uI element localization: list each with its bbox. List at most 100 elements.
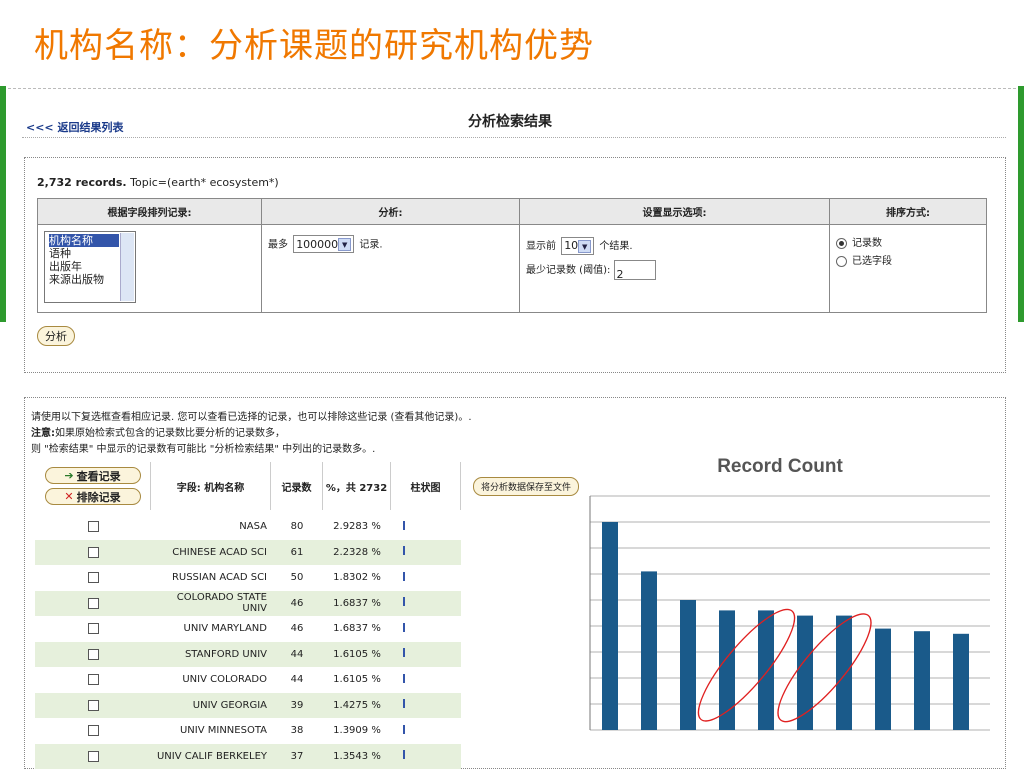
- row-checkbox[interactable]: [88, 623, 99, 634]
- show-prefix: 显示前: [526, 241, 556, 252]
- chart-bar: [680, 600, 696, 730]
- chart-bar: [875, 629, 891, 730]
- record-percent: 1.6837 %: [323, 623, 391, 634]
- record-percent: 2.2328 %: [323, 547, 391, 558]
- max-prefix: 最多: [268, 240, 288, 251]
- field-option[interactable]: 来源出版物: [49, 273, 131, 286]
- table-row: COLORADO STATE UNIV461.6837 %: [35, 591, 461, 617]
- row-checkbox[interactable]: [88, 547, 99, 558]
- min-records-input[interactable]: 2: [614, 260, 656, 280]
- institution-name: UNIV GEORGIA: [151, 700, 271, 711]
- chart-bar: [641, 571, 657, 730]
- field-option[interactable]: 语种: [49, 247, 131, 260]
- record-percent: 1.4275 %: [323, 700, 391, 711]
- record-count: 46: [271, 598, 323, 609]
- chevron-down-icon: ▼: [578, 240, 591, 253]
- field-listbox[interactable]: 机构名称 语种 出版年 来源出版物: [44, 231, 136, 303]
- rank-field-header: 根据字段排列记录:: [38, 199, 262, 225]
- row-checkbox[interactable]: [88, 700, 99, 711]
- min-records-label: 最少记录数 (阈值):: [526, 265, 610, 276]
- mini-bar: [403, 597, 405, 606]
- left-accent-bar: [0, 86, 6, 322]
- table-row: UNIV CALIF BERKELEY371.3543 %: [35, 744, 461, 769]
- max-records-value: 100000: [296, 238, 338, 251]
- analyze-button[interactable]: 分析: [37, 326, 75, 346]
- back-to-results-link[interactable]: <<< 返回结果列表: [26, 119, 123, 135]
- view-records-button[interactable]: ➔查看记录: [45, 467, 141, 484]
- close-icon: ✕: [64, 490, 73, 503]
- record-percent: 2.9283 %: [323, 521, 391, 532]
- row-checkbox[interactable]: [88, 751, 99, 762]
- institution-name: COLORADO STATE UNIV: [151, 592, 271, 614]
- listbox-scrollbar[interactable]: [120, 233, 134, 301]
- chart-bar: [602, 522, 618, 730]
- row-checkbox[interactable]: [88, 598, 99, 609]
- record-count: 39: [271, 700, 323, 711]
- exclude-records-button[interactable]: ✕排除记录: [45, 488, 141, 505]
- chart-bar: [758, 610, 774, 730]
- analysis-options-panel: 2,732 records. Topic=(earth* ecosystem*)…: [24, 157, 1006, 373]
- record-count: 37: [271, 751, 323, 762]
- slide-title: 机构名称：分析课题的研究机构优势: [34, 18, 594, 67]
- record-percent: 1.6105 %: [323, 649, 391, 660]
- display-options-header: 设置显示选项:: [520, 199, 830, 225]
- mini-bar: [403, 521, 405, 530]
- divider: [22, 137, 1006, 138]
- count-column-header: 记录数: [271, 462, 323, 510]
- mini-bar: [403, 623, 405, 632]
- sort-header: 排序方式:: [830, 199, 987, 225]
- field-option-selected[interactable]: 机构名称: [49, 234, 119, 247]
- instructions: 请使用以下复选框查看相应记录. 您可以查看已选择的记录，也可以排除这些记录 (查…: [31, 410, 472, 458]
- sort-option-field[interactable]: 已选字段: [836, 253, 980, 271]
- record-percent: 1.6105 %: [323, 674, 391, 685]
- show-top-select[interactable]: 10 ▼: [561, 237, 594, 255]
- row-checkbox[interactable]: [88, 674, 99, 685]
- table-row: UNIV COLORADO441.6105 %: [35, 667, 461, 693]
- row-checkbox[interactable]: [88, 649, 99, 660]
- mini-bar: [403, 546, 405, 555]
- records-count: 2,732 records.: [37, 176, 127, 189]
- topic-query: Topic=(earth* ecosystem*): [130, 176, 279, 189]
- record-percent: 1.3909 %: [323, 725, 391, 736]
- mini-bar: [403, 674, 405, 683]
- save-cell: 将分析数据保存至文件: [461, 462, 591, 510]
- record-actions: ➔查看记录 ✕排除记录: [35, 462, 151, 510]
- table-row: UNIV GEORGIA391.4275 %: [35, 693, 461, 719]
- instruction-line: 则 "检索结果" 中显示的记录数有可能比 "分析检索结果" 中列出的记录数多。.: [31, 442, 472, 458]
- sort-option-count[interactable]: 记录数: [836, 235, 980, 253]
- row-checkbox[interactable]: [88, 572, 99, 583]
- save-to-file-button[interactable]: 将分析数据保存至文件: [473, 477, 579, 496]
- max-records-select[interactable]: 100000 ▼: [293, 235, 354, 253]
- table-row: NASA802.9283 %: [35, 514, 461, 540]
- record-percent: 1.8302 %: [323, 572, 391, 583]
- mini-bar: [403, 725, 405, 734]
- table-row: STANFORD UNIV441.6105 %: [35, 642, 461, 668]
- institution-name: RUSSIAN ACAD SCI: [151, 572, 271, 583]
- results-header: ➔查看记录 ✕排除记录 字段: 机构名称 记录数 %，共 2732 柱状图 将分…: [35, 462, 591, 510]
- mini-bar: [403, 572, 405, 581]
- record-count: 46: [271, 623, 323, 634]
- field-option[interactable]: 出版年: [49, 260, 131, 273]
- results-list: NASA802.9283 %CHINESE ACAD SCI612.2328 %…: [35, 514, 461, 769]
- record-count: 50: [271, 572, 323, 583]
- table-row: CHINESE ACAD SCI612.2328 %: [35, 540, 461, 566]
- institution-name: CHINESE ACAD SCI: [151, 547, 271, 558]
- highlight-ellipse: [686, 598, 808, 732]
- chevron-down-icon: ▼: [338, 238, 351, 251]
- table-row: RUSSIAN ACAD SCI501.8302 %: [35, 565, 461, 591]
- record-count: 44: [271, 674, 323, 685]
- row-checkbox[interactable]: [88, 521, 99, 532]
- options-table: 根据字段排列记录: 分析: 设置显示选项: 排序方式: 机构名称 语种 出版年 …: [37, 198, 987, 313]
- record-count: 44: [271, 649, 323, 660]
- institution-name: UNIV COLORADO: [151, 674, 271, 685]
- show-suffix: 个结果.: [599, 241, 632, 252]
- row-checkbox[interactable]: [88, 725, 99, 736]
- radio-selected-icon[interactable]: [836, 238, 847, 249]
- chart-title: Record Count: [717, 456, 843, 477]
- table-row: UNIV MINNESOTA381.3909 %: [35, 718, 461, 744]
- chart-bar: [953, 634, 969, 730]
- radio-icon[interactable]: [836, 256, 847, 267]
- mini-bar: [403, 648, 405, 657]
- record-count: 38: [271, 725, 323, 736]
- instruction-line: 如果原始检索式包含的记录数比要分析的记录数多，: [55, 428, 285, 439]
